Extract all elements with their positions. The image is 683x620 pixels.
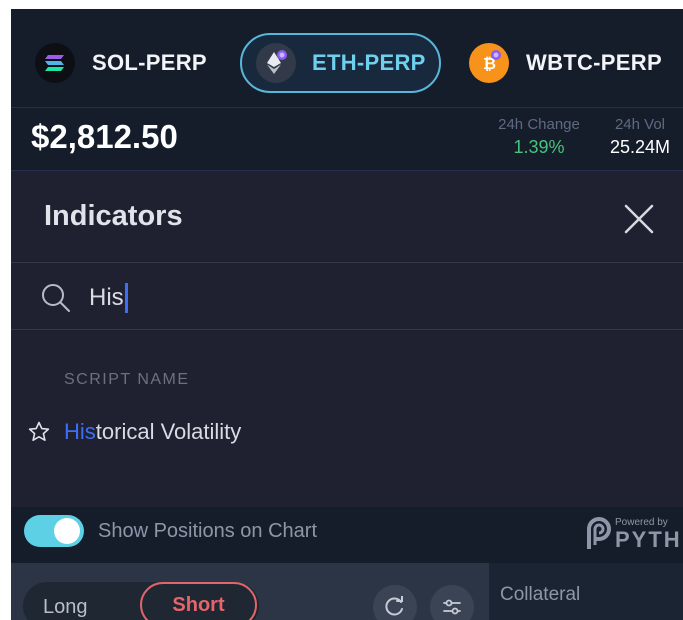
order-panel: Long Short bbox=[11, 563, 489, 620]
long-button[interactable]: Long bbox=[43, 596, 88, 619]
volume-24h-label: 24h Vol bbox=[614, 116, 666, 133]
ethereum-icon bbox=[256, 43, 296, 83]
collateral-label: Collateral bbox=[500, 584, 581, 605]
pyth-logo-icon bbox=[587, 517, 611, 549]
dialog-title: Indicators bbox=[44, 200, 183, 232]
text-caret bbox=[124, 283, 128, 313]
refresh-icon bbox=[385, 596, 403, 616]
market-tab-eth[interactable]: ETH-PERP bbox=[240, 33, 441, 93]
search-input[interactable]: His bbox=[89, 283, 128, 313]
market-label: ETH-PERP bbox=[312, 50, 426, 75]
pyth-wordmark: PYTH bbox=[615, 527, 682, 552]
volume-24h: 24h Vol 25.24M bbox=[601, 116, 679, 158]
change-24h: 24h Change 1.39% bbox=[489, 116, 589, 158]
indicators-dialog: Indicators His SCRIPT NAME Historical Vo… bbox=[11, 172, 683, 507]
chart-options-bar: Show Positions on Chart Powered by PYTH bbox=[11, 507, 683, 563]
change-24h-label: 24h Change bbox=[498, 116, 580, 133]
indicator-result-row[interactable]: Historical Volatility bbox=[11, 412, 683, 452]
search-match-highlight: His bbox=[64, 419, 96, 444]
indicator-name-rest: torical Volatility bbox=[95, 419, 242, 444]
ticker-row: $2,812.50 24h Change 1.39% 24h Vol 25.24… bbox=[11, 107, 683, 171]
close-icon bbox=[624, 204, 654, 234]
market-tab-sol[interactable]: SOL-PERP bbox=[35, 33, 207, 93]
trading-app: SOL-PERP ETH-PERP ₿ WBTC-PERP $2,812.50 … bbox=[11, 9, 683, 620]
settings-button[interactable] bbox=[430, 585, 474, 620]
script-name-header: SCRIPT NAME bbox=[64, 371, 190, 388]
search-input-value: His bbox=[89, 284, 124, 311]
market-label: SOL-PERP bbox=[92, 50, 207, 75]
volume-24h-value: 25.24M bbox=[609, 137, 671, 157]
change-24h-value: 1.39% bbox=[513, 137, 565, 157]
refresh-button[interactable] bbox=[373, 585, 417, 620]
show-positions-label: Show Positions on Chart bbox=[98, 520, 318, 542]
short-button[interactable]: Short bbox=[140, 582, 257, 620]
close-button[interactable] bbox=[619, 199, 659, 239]
market-label: WBTC-PERP bbox=[526, 50, 662, 75]
dialog-header: Indicators bbox=[11, 172, 683, 263]
search-field[interactable]: His bbox=[11, 264, 683, 330]
market-tab-wbtc[interactable]: ₿ WBTC-PERP bbox=[469, 33, 662, 93]
star-icon[interactable] bbox=[27, 420, 51, 444]
market-tabs: SOL-PERP ETH-PERP ₿ WBTC-PERP bbox=[11, 9, 683, 107]
bitcoin-icon: ₿ bbox=[469, 43, 509, 83]
mark-price: $2,812.50 bbox=[31, 118, 178, 155]
collateral-panel: Collateral bbox=[489, 563, 683, 620]
show-positions-toggle[interactable] bbox=[24, 515, 84, 547]
toggle-knob bbox=[54, 518, 80, 544]
pyth-logo: Powered by PYTH bbox=[583, 515, 683, 552]
solana-icon bbox=[35, 43, 75, 83]
sliders-icon bbox=[443, 599, 461, 615]
search-icon bbox=[42, 284, 70, 312]
indicator-name: Historical Volatility bbox=[64, 419, 241, 445]
